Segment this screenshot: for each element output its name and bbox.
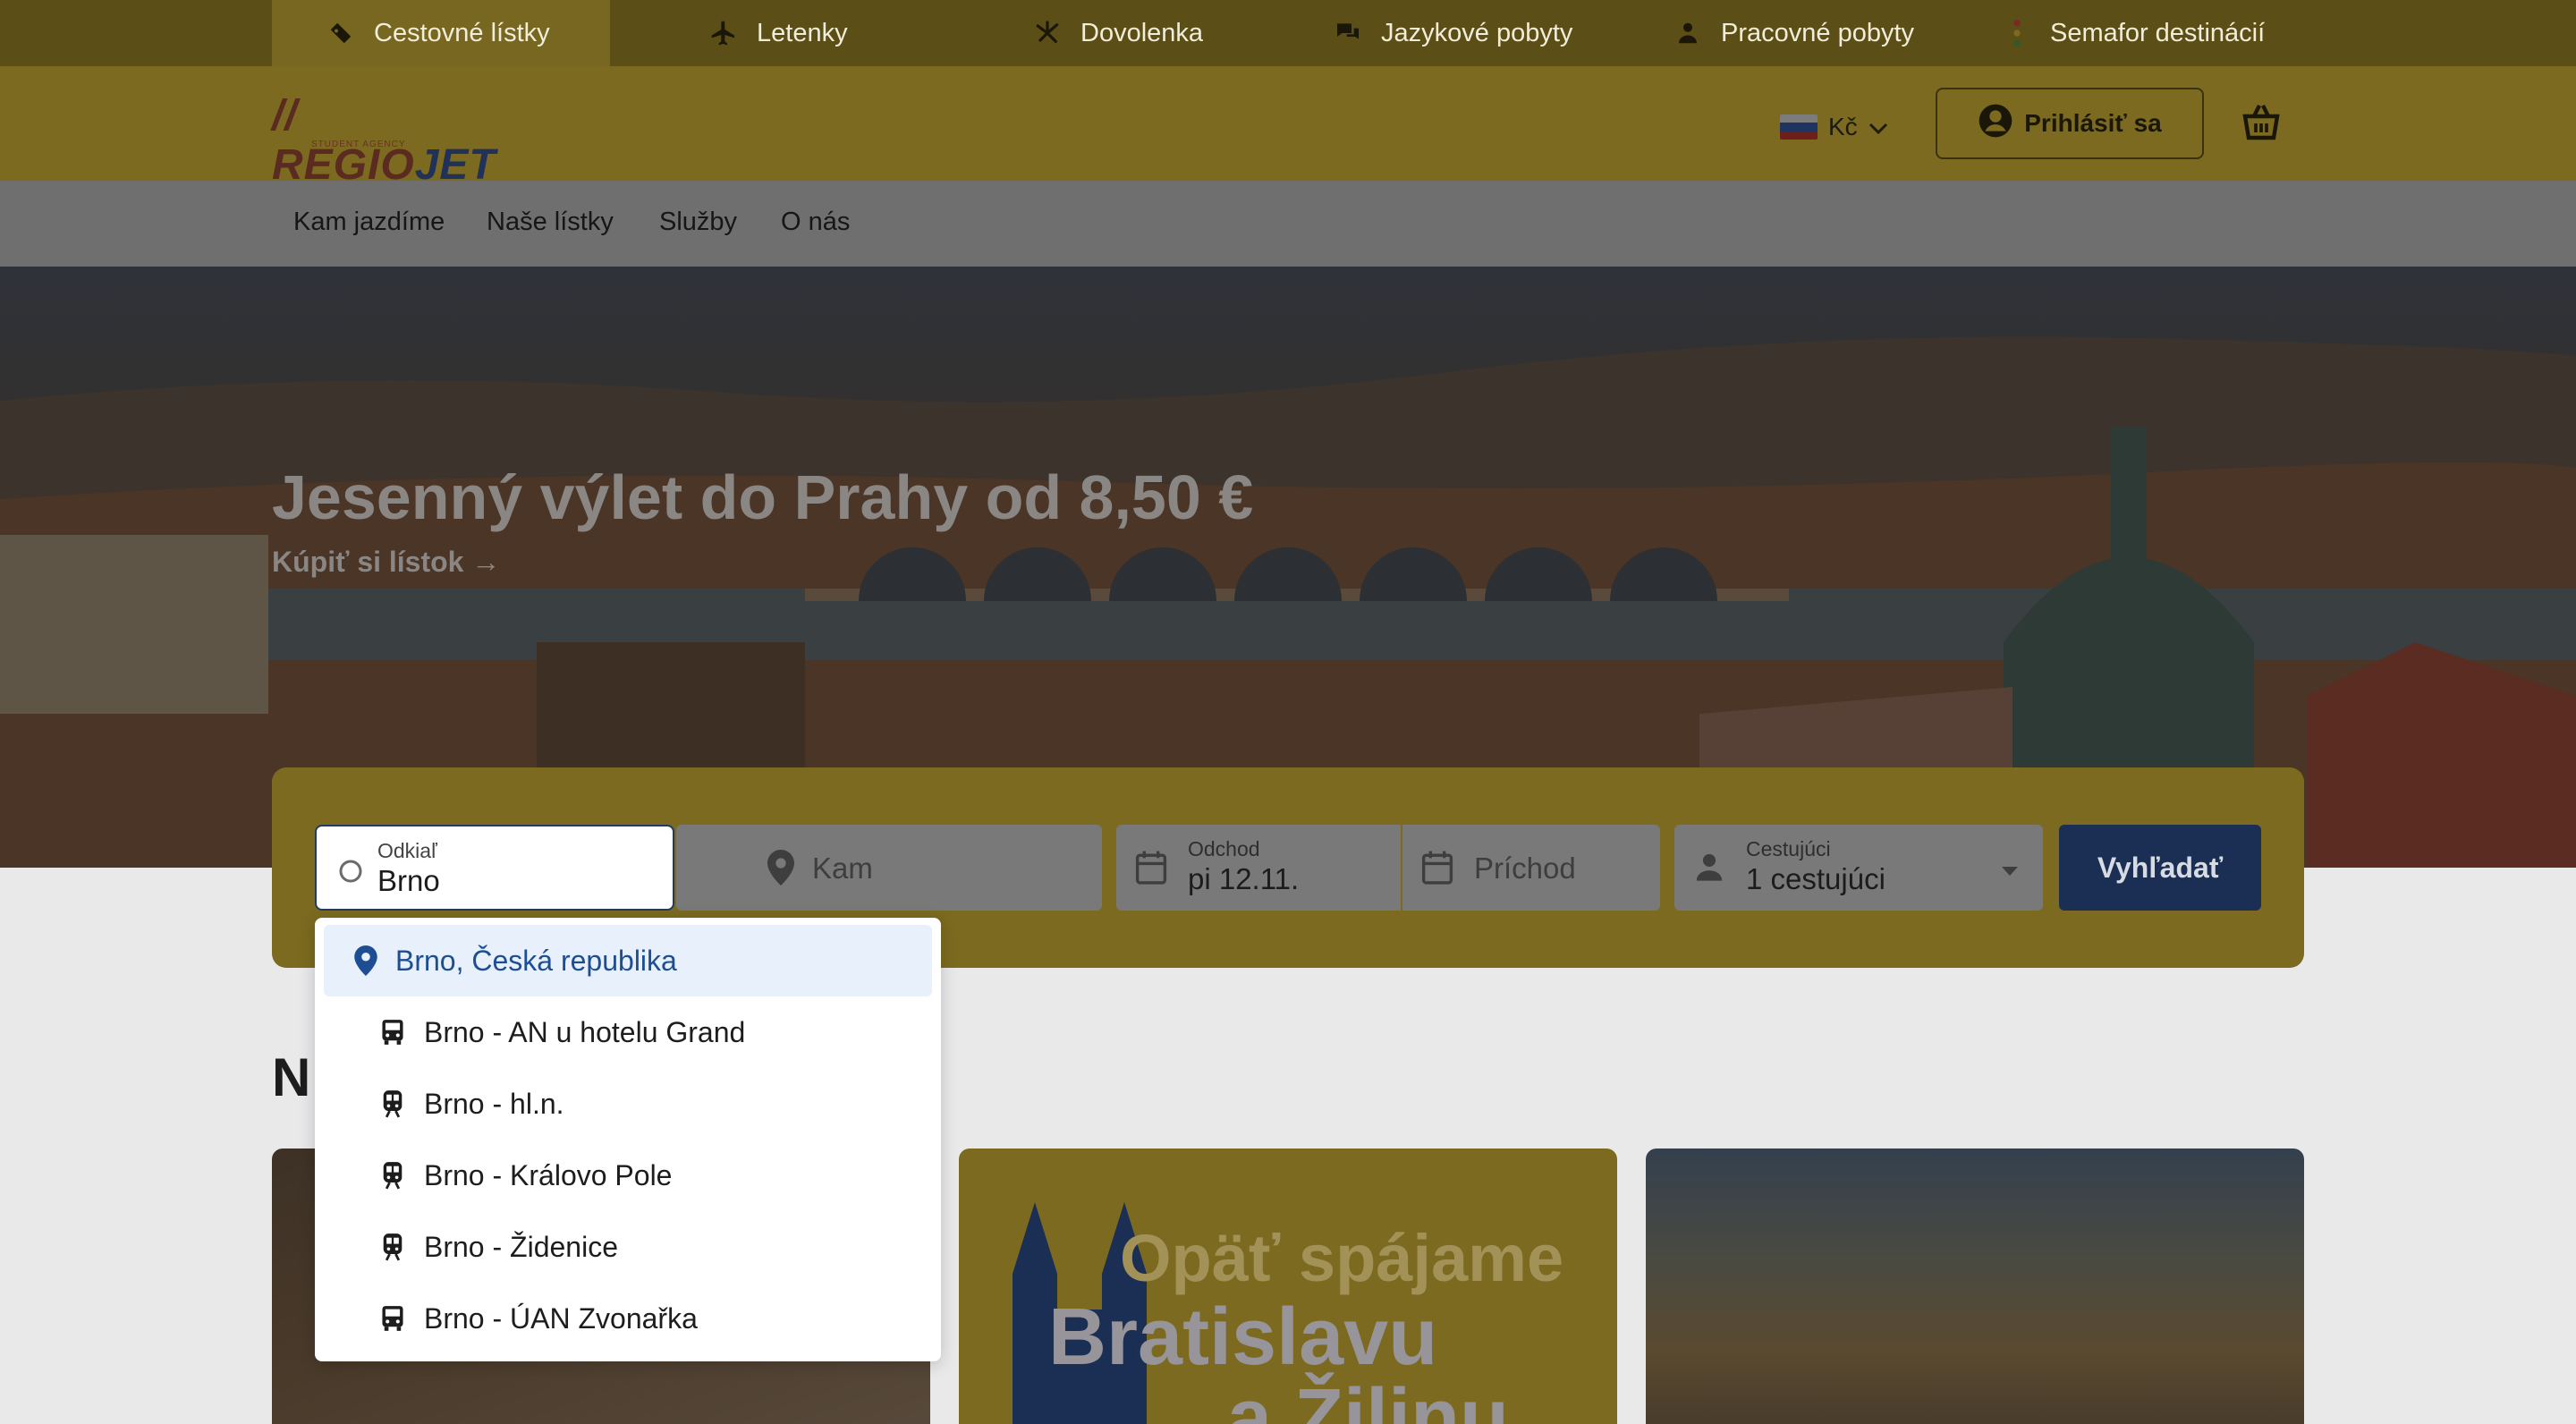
to-field[interactable]: Kam	[676, 825, 1102, 911]
suggestion-item[interactable]: Brno - AN u hotelu Grand	[315, 996, 941, 1068]
hero-title: Jesenný výlet do Prahy od 8,50 €	[272, 462, 1254, 532]
origin-circle-icon	[338, 859, 363, 888]
passengers-field[interactable]: Cestujúci 1 cestujúci	[1674, 825, 2043, 911]
currency-label: Kč	[1828, 113, 1858, 140]
from-label: Odkiaľ	[377, 839, 437, 862]
departure-date-field[interactable]: Odchod pi 12.11.	[1116, 825, 1401, 911]
login-label: Prihlásiť sa	[2024, 109, 2162, 137]
suggestion-label: Brno - Královo Pole	[424, 1158, 673, 1191]
suggestion-item[interactable]: Brno - ÚAN Zvonařka	[315, 1283, 941, 1354]
palm-tree-icon	[1032, 18, 1063, 48]
search-button[interactable]: Vyhľadať	[2059, 825, 2261, 911]
promo-card-bratislava-zilina[interactable]: Opäť spájame Bratislavu a Žilinu	[959, 1149, 1617, 1424]
promo-card-3[interactable]	[1646, 1149, 2304, 1424]
login-button[interactable]: Prihlásiť sa	[1936, 88, 2204, 159]
user-circle-icon	[1978, 103, 2013, 145]
to-placeholder: Kam	[812, 852, 873, 885]
tab-pracovne-pobyty[interactable]: Pracovné pobyty	[1673, 0, 1914, 66]
tab-label: Dovolenka	[1080, 18, 1204, 47]
train-icon	[377, 1089, 408, 1119]
train-icon	[377, 1232, 408, 1262]
hero-buy-ticket-link[interactable]: Kúpiť si lístok →	[272, 546, 500, 579]
regiojet-logo[interactable]: // REGIOJET STUDENT AGENCY	[272, 89, 496, 189]
bus-icon	[377, 1017, 408, 1047]
departure-label: Odchod	[1188, 837, 1260, 860]
suggestion-label: Brno - AN u hotelu Grand	[424, 1015, 746, 1048]
suggestion-item[interactable]: Brno - Královo Pole	[315, 1140, 941, 1211]
suggestion-item[interactable]: Brno, Česká republika	[324, 925, 932, 996]
worker-icon	[1673, 18, 1703, 48]
from-input-value: Brno	[377, 864, 440, 897]
nav-nase-listky[interactable]: Naše lístky	[487, 208, 614, 237]
language-currency-selector[interactable]: Kč	[1780, 109, 1888, 145]
suggestion-label: Brno - hl.n.	[424, 1087, 564, 1120]
suggestion-item[interactable]: Brno - Židenice	[315, 1211, 941, 1283]
suggestion-label: Brno - Židenice	[424, 1230, 618, 1263]
calendar-icon	[1134, 850, 1168, 890]
suggestion-label: Brno - ÚAN Zvonařka	[424, 1301, 698, 1335]
nav-o-nas[interactable]: O nás	[781, 208, 850, 237]
basket-icon	[2240, 105, 2283, 145]
train-icon	[377, 1160, 408, 1191]
tab-letenky[interactable]: Letenky	[708, 0, 848, 66]
suggestion-label: Brno, Česká republika	[395, 944, 677, 977]
location-pin-icon	[767, 850, 794, 890]
product-tab-bar: Cestovné lístky Letenky Dovolenka Jazyko…	[0, 0, 2576, 66]
promo-line-3: a Žilinu	[1227, 1373, 1509, 1424]
promo-line-2: Bratislavu	[1048, 1293, 1438, 1382]
tab-jazykove-pobyty[interactable]: Jazykové pobyty	[1333, 0, 1572, 66]
from-field[interactable]: Odkiaľ Brno	[315, 825, 674, 911]
section-title: N	[272, 1047, 311, 1107]
departure-value: pi 12.11.	[1188, 862, 1300, 895]
slovak-flag-icon	[1780, 114, 1818, 140]
tab-label: Letenky	[757, 18, 848, 47]
calendar-icon	[1420, 850, 1454, 890]
tab-label: Pracovné pobyty	[1721, 18, 1915, 47]
tab-cestovne-listky[interactable]: Cestovné lístky	[272, 0, 610, 66]
ticket-icon	[326, 18, 356, 48]
chat-bubbles-icon	[1333, 18, 1363, 48]
nav-kam-jazdime[interactable]: Kam jazdíme	[293, 208, 445, 237]
tab-label: Jazykové pobyty	[1381, 18, 1573, 47]
site-header: // REGIOJET STUDENT AGENCY Kč Prihlásiť …	[0, 66, 2576, 189]
suggestion-item[interactable]: Brno - hl.n.	[315, 1068, 941, 1140]
plane-icon	[708, 18, 739, 48]
nav-sluzby[interactable]: Služby	[659, 208, 737, 237]
tab-dovolenka[interactable]: Dovolenka	[1032, 0, 1203, 66]
location-pin-icon	[351, 945, 381, 976]
cart-button[interactable]	[2240, 102, 2283, 145]
chevron-down-icon	[1868, 113, 1888, 141]
tab-label: Semafor destinácií	[2050, 18, 2266, 47]
arrival-placeholder: Príchod	[1474, 852, 1576, 885]
traffic-light-icon	[2002, 18, 2032, 48]
promo-line-1: Opäť spájame	[1120, 1221, 1564, 1295]
tab-semafor-destinacii[interactable]: Semafor destinácií	[2002, 0, 2265, 66]
passengers-value: 1 cestujúci	[1746, 862, 1885, 895]
main-nav: Kam jazdíme Naše lístky Služby O nás	[0, 181, 2576, 267]
logo-subtitle: STUDENT AGENCY	[311, 140, 406, 149]
passengers-label: Cestujúci	[1746, 837, 1831, 860]
tab-label: Cestovné lístky	[374, 18, 550, 47]
caret-down-icon	[2002, 864, 2018, 880]
origin-suggestions-dropdown: Brno, Česká republika Brno - AN u hotelu…	[315, 918, 941, 1361]
bus-icon	[377, 1303, 408, 1334]
person-icon	[1694, 852, 1724, 886]
arrival-date-field[interactable]: Príchod	[1402, 825, 1660, 911]
